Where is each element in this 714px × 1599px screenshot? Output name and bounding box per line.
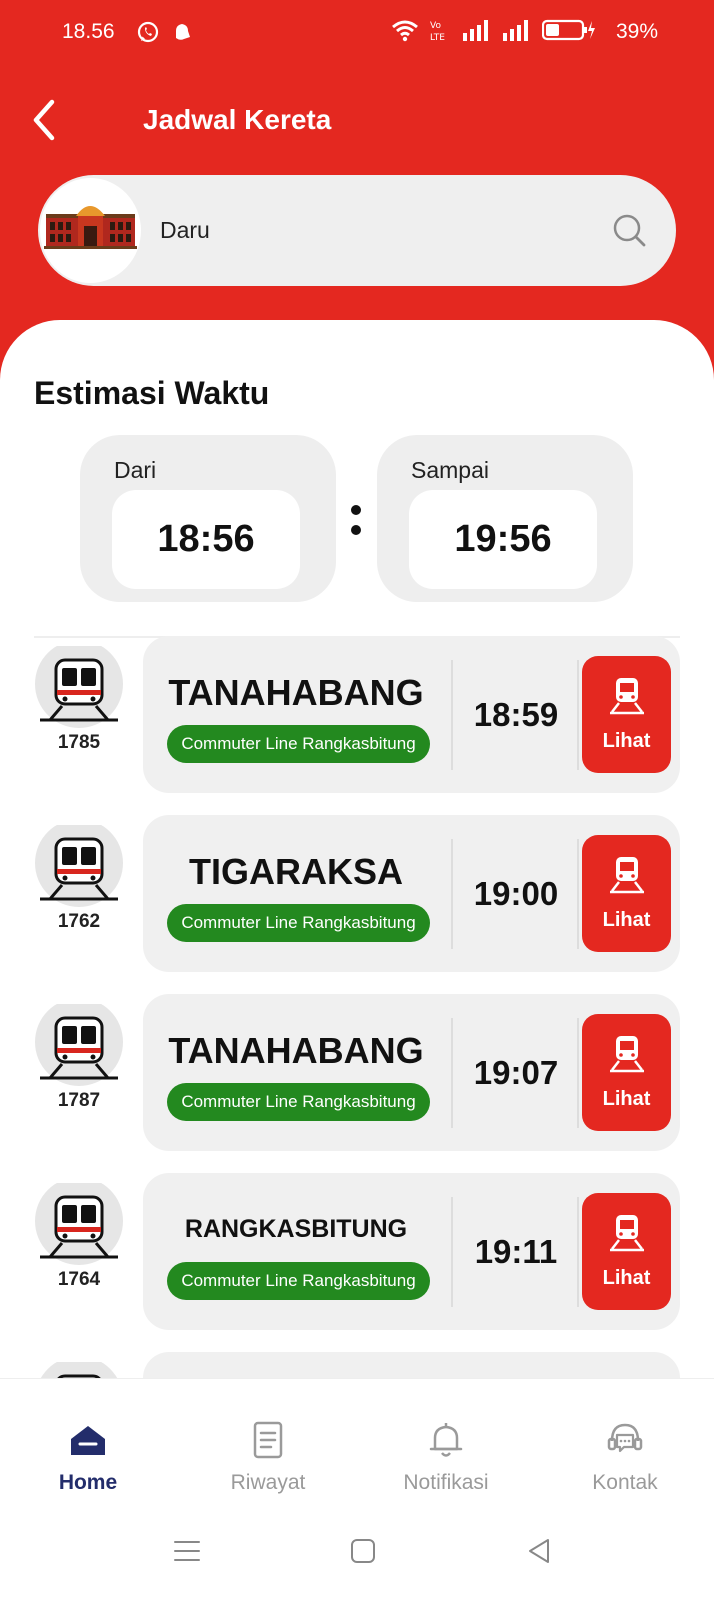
train-number: 1762	[57, 911, 101, 932]
train-icon	[35, 1004, 123, 1086]
train-destination: TIGARAKSA	[189, 851, 403, 892]
train-card[interactable]	[143, 1352, 680, 1380]
bell-icon	[429, 1423, 463, 1457]
train-card[interactable]: TANAHABANG Commuter Line Rangkasbitung 1…	[143, 994, 680, 1151]
train-destination: RANGKASBITUNG	[184, 1215, 408, 1243]
svg-text:Vo: Vo	[430, 21, 441, 31]
page-title: Jadwal Kereta	[143, 104, 332, 135]
train-front-icon	[610, 857, 644, 894]
nav-home[interactable]: Home	[8, 1419, 168, 1495]
train-icon	[35, 1183, 123, 1265]
lihat-label: Lihat	[602, 730, 651, 752]
time-separator	[351, 505, 361, 545]
train-time: 18:59	[473, 696, 559, 733]
train-card[interactable]: TANAHABANG Commuter Line Rangkasbitung 1…	[143, 636, 680, 793]
train-icon	[35, 825, 123, 907]
back-triangle-icon[interactable]	[522, 1534, 556, 1568]
train-icon	[35, 646, 123, 728]
time-from-value[interactable]: 18:56	[112, 490, 300, 589]
station-logo	[40, 178, 141, 283]
nav-home-label: Home	[58, 1471, 118, 1494]
lihat-button[interactable]: Lihat	[582, 656, 671, 773]
card-divider	[577, 1197, 579, 1307]
signal-icon-1	[463, 20, 488, 41]
lihat-label: Lihat	[602, 1267, 651, 1289]
train-number: 1785	[57, 732, 101, 753]
nav-kontak[interactable]: Kontak	[545, 1419, 705, 1495]
battery-icon	[542, 19, 595, 41]
search-input[interactable]: Daru	[160, 217, 210, 244]
back-button[interactable]	[24, 96, 64, 144]
lihat-label: Lihat	[602, 1088, 651, 1110]
status-time: 18.56	[62, 20, 115, 43]
volte-icon: Vo LTE	[430, 21, 445, 42]
time-from-box[interactable]: Dari 18:56	[80, 435, 336, 602]
wifi-icon	[392, 20, 418, 42]
card-divider	[451, 839, 453, 949]
estimasi-title: Estimasi Waktu	[34, 375, 270, 411]
lihat-button[interactable]: Lihat	[582, 1014, 671, 1131]
content-sheet: Estimasi Waktu Dari 18:56 Sampai 19:56 1…	[0, 320, 714, 1380]
station-building-icon	[44, 206, 137, 249]
nav-riwayat[interactable]: Riwayat	[188, 1419, 348, 1495]
search-icon[interactable]	[610, 211, 648, 249]
train-destination: TANAHABANG	[168, 1030, 424, 1071]
lihat-button[interactable]: Lihat	[582, 835, 671, 952]
home-square-icon[interactable]	[346, 1534, 380, 1568]
time-to-label: Sampai	[411, 457, 489, 483]
line-badge: Commuter Line Rangkasbitung	[167, 1262, 430, 1300]
time-from-label: Dari	[114, 457, 157, 483]
card-divider	[577, 839, 579, 949]
home-icon	[71, 1426, 105, 1455]
train-card[interactable]: RANGKASBITUNG Commuter Line Rangkasbitun…	[143, 1173, 680, 1330]
line-badge: Commuter Line Rangkasbitung	[167, 725, 430, 763]
svg-text:LTE: LTE	[430, 33, 445, 42]
nav-kontak-label: Kontak	[592, 1471, 658, 1494]
status-bar: 18.56 Vo LTE 39%	[0, 14, 714, 54]
card-divider	[451, 1197, 453, 1307]
lihat-button[interactable]: Lihat	[582, 1193, 671, 1310]
document-icon	[253, 1421, 283, 1459]
bottom-navigation: Home Riwayat Notifikasi Kontak	[0, 1378, 714, 1599]
lihat-label: Lihat	[602, 909, 651, 931]
signal-icon-2	[503, 20, 528, 41]
nav-notifikasi-label: Notifikasi	[403, 1471, 489, 1494]
battery-percent: 39%	[615, 20, 658, 43]
train-destination: TANAHABANG	[168, 672, 424, 713]
notification-app-icon	[176, 24, 190, 40]
time-to-box[interactable]: Sampai 19:56	[377, 435, 633, 602]
nav-riwayat-label: Riwayat	[230, 1471, 306, 1494]
station-search-bar[interactable]: Daru	[38, 175, 676, 286]
train-time: 19:11	[474, 1233, 558, 1270]
train-front-icon	[610, 678, 644, 715]
line-badge: Commuter Line Rangkasbitung	[167, 1083, 430, 1121]
menu-icon[interactable]	[170, 1534, 204, 1568]
whatsapp-icon	[137, 21, 159, 43]
nav-notifikasi[interactable]: Notifikasi	[366, 1419, 526, 1495]
card-divider	[577, 660, 579, 770]
train-time: 19:07	[473, 1054, 559, 1091]
train-number: 1764	[57, 1269, 101, 1290]
line-badge: Commuter Line Rangkasbitung	[167, 904, 430, 942]
card-divider	[577, 1018, 579, 1128]
card-divider	[451, 1018, 453, 1128]
train-front-icon	[610, 1215, 644, 1252]
time-to-value[interactable]: 19:56	[409, 490, 597, 589]
train-number: 1787	[57, 1090, 101, 1111]
status-icons: Vo LTE	[390, 18, 596, 42]
train-card[interactable]: TIGARAKSA Commuter Line Rangkasbitung 19…	[143, 815, 680, 972]
train-front-icon	[610, 1036, 644, 1073]
support-chat-icon	[607, 1423, 643, 1453]
card-divider	[451, 660, 453, 770]
train-time: 19:00	[473, 875, 559, 912]
